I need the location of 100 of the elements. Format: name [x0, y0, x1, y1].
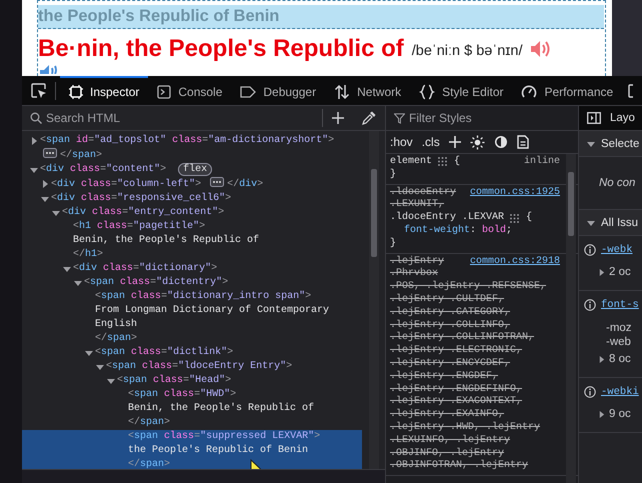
- element-picker-icon[interactable]: [31, 82, 47, 98]
- markup-node-row[interactable]: <span id="ad_topslot" class="am-dictionaryshort"> </span>: [22, 134, 362, 163]
- devtools-tab[interactable]: Inspector: [60, 76, 148, 105]
- element-text: Benin, the People's Republic of: [128, 403, 314, 414]
- document-icon[interactable]: [516, 135, 529, 149]
- collapse-arrow-icon[interactable]: [96, 363, 104, 371]
- collapse-arrow-icon[interactable]: [30, 166, 38, 174]
- section-header[interactable]: Selecte: [579, 131, 642, 157]
- css-selector: .ldoceEntry .LEXVAR: [390, 212, 504, 224]
- html-close-tag: </span>: [95, 333, 138, 344]
- html-open-tag: <span class="ldoceEntry Entry">: [106, 361, 292, 372]
- tag-icon: [240, 86, 256, 98]
- expand-arrow-icon[interactable]: [598, 410, 605, 418]
- collapse-arrow-icon[interactable]: [63, 265, 71, 273]
- inspector-icon: [69, 84, 83, 98]
- html-open-tag: <div class="content">: [40, 164, 166, 175]
- info-icon: [584, 386, 596, 398]
- section-header[interactable]: All Issu: [579, 210, 642, 236]
- expand-arrow-icon[interactable]: [598, 356, 605, 362]
- markup-node-row[interactable]: <span class="HWD"> Benin, the People's Republic of </span>: [22, 388, 362, 430]
- markup-node-row[interactable]: <div class="column-left"> </div>: [22, 177, 362, 192]
- css-selector: .lejEntry: [390, 256, 444, 268]
- empty-message: No con: [599, 177, 636, 189]
- close-brace: }: [390, 168, 396, 182]
- eyedropper-icon[interactable]: [362, 111, 376, 125]
- search-icon: [30, 112, 42, 124]
- css-selector: .Phrvbox: [390, 268, 438, 280]
- html-close-tag: </span>: [128, 417, 170, 428]
- markup-node-row[interactable]: <span class="dictentry">: [22, 276, 362, 290]
- css-selector: .lejEntry .CATEGORY,: [390, 306, 510, 320]
- devtools-tab[interactable]: Debugger: [231, 76, 326, 105]
- html-open-tag: <span id="ad_topslot" class="am-dictionaryshort">: [40, 135, 334, 146]
- sidebar-toggle-icon[interactable]: [587, 112, 601, 124]
- expand-arrow-icon[interactable]: [30, 137, 38, 145]
- markup-node-row[interactable]: <span class="suppressed LEXVAR"> the People's Republic of Benin </span>: [22, 430, 362, 469]
- markup-node-row[interactable]: <div class="content"> flex: [22, 163, 362, 177]
- markup-node-row[interactable]: <span class="dictionary_intro span"> From Longman Dictionary of Contemporary English </span>: [22, 290, 362, 346]
- markup-node-row[interactable]: <div class="entry_content">: [22, 206, 362, 220]
- collapse-arrow-icon[interactable]: [587, 140, 595, 148]
- collapse-arrow-icon[interactable]: [52, 209, 60, 217]
- html-open-tag: <div class="column-left">: [51, 179, 202, 190]
- devtools-tab[interactable]: Performance: [512, 76, 622, 105]
- css-selector: .LEXUNIT,: [390, 199, 444, 212]
- contrast-icon[interactable]: [494, 135, 508, 149]
- close-brace: }: [390, 238, 396, 251]
- css-selector: .POS, .lejEntry .REFSENSE,: [390, 281, 546, 294]
- collapse-arrow-icon[interactable]: [107, 377, 115, 385]
- flex-badge[interactable]: flex: [178, 163, 212, 176]
- occurrence-count: 2 oc: [609, 266, 631, 278]
- source-label: inline: [524, 156, 560, 169]
- network-icon: [334, 84, 350, 100]
- layout-tab[interactable]: Layo: [610, 112, 635, 124]
- expand-arrow-icon[interactable]: [41, 180, 49, 188]
- markup-node-row[interactable]: <span class="ldoceEntry Entry">: [22, 360, 362, 374]
- markup-node-row[interactable]: <span class="dictlink">: [22, 346, 362, 360]
- html-close-tag: </h1>: [73, 249, 104, 260]
- collapse-arrow-icon[interactable]: [41, 195, 49, 203]
- css-selector: .lejEntry .ELECTRONIC,: [390, 345, 522, 358]
- issue-link[interactable]: -webk: [601, 244, 633, 256]
- search-field[interactable]: Search HTML: [46, 111, 166, 125]
- grid-icon[interactable]: [510, 214, 520, 224]
- bracket-icon[interactable]: [628, 82, 634, 98]
- ellipsis-icon[interactable]: [43, 148, 57, 158]
- markup-node-row[interactable]: <h1 class="pagetitle"> Benin, the People's Republic of </h1>: [22, 220, 362, 262]
- occurrence-count: 8 oc: [609, 353, 631, 365]
- collapse-arrow-icon[interactable]: [587, 218, 595, 226]
- add-icon[interactable]: [332, 112, 344, 124]
- html-open-tag: <span class="Head">: [117, 375, 232, 386]
- markup-node-row[interactable]: <div class="dictionary">: [22, 262, 362, 276]
- ellipsis-icon[interactable]: [210, 177, 224, 187]
- css-selector: .OBJINFOTRAN, .lejEntry: [390, 460, 528, 474]
- grid-icon[interactable]: [438, 157, 448, 168]
- occurrence-count: 9 oc: [609, 408, 631, 420]
- source-link[interactable]: common.css:1925: [470, 186, 560, 200]
- devtools-tab[interactable]: Network: [325, 76, 410, 105]
- add-icon[interactable]: [448, 136, 461, 148]
- html-open-tag: <span class="HWD">: [128, 389, 236, 400]
- css-declaration[interactable]: font-weight: bold;: [390, 224, 560, 238]
- pseudo-toggle[interactable]: .cls: [422, 135, 440, 149]
- collapse-arrow-icon[interactable]: [74, 279, 82, 287]
- devtools-tab[interactable]: Style Editor: [410, 76, 512, 105]
- filter-field[interactable]: Filter Styles: [409, 111, 529, 125]
- devtools-tab[interactable]: Console: [148, 76, 232, 105]
- issue-link[interactable]: font-s: [601, 299, 639, 311]
- html-open-tag: <div class="entry_content">: [62, 207, 224, 218]
- headword: Be·nin, the People's Republic of: [38, 35, 404, 63]
- html-open-tag: <div class="responsive_cell6">: [51, 193, 232, 204]
- collapse-arrow-icon[interactable]: [85, 349, 93, 357]
- source-link[interactable]: common.css:2918: [470, 256, 560, 268]
- sun-icon[interactable]: [470, 134, 485, 150]
- expand-arrow-icon[interactable]: [598, 268, 605, 276]
- open-brace: {: [526, 212, 532, 225]
- info-icon: [584, 299, 596, 311]
- gauge-icon: [521, 84, 538, 100]
- issue-link[interactable]: -webki: [601, 386, 639, 398]
- markup-node-row[interactable]: <div class="responsive_cell6">: [22, 192, 362, 206]
- pseudo-toggle[interactable]: :hov: [390, 135, 413, 149]
- css-selector: .ldoceEntry: [390, 186, 456, 199]
- filter-icon: [394, 112, 405, 124]
- markup-node-row[interactable]: <span class="Head">: [22, 374, 362, 388]
